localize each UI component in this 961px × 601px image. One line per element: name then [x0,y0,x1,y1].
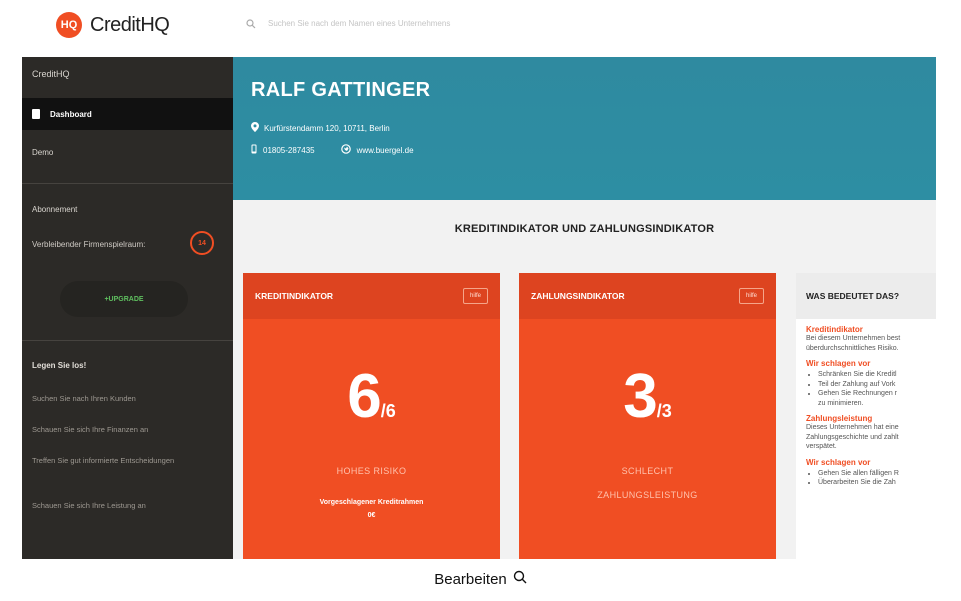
sidebar-link-finances[interactable]: Schauen Sie sich Ihre Finanzen an [32,423,217,436]
credit-score: 6/6 [243,361,500,432]
sidebar-item-dashboard[interactable]: Dashboard [22,98,233,130]
top-bar: HQ CreditHQ [0,0,961,55]
search-bar [246,18,846,29]
risk-label: HOHES RISIKO [243,459,500,483]
search-input[interactable] [266,18,770,29]
credit-text-line: überdurchschnittliches Risiko. [806,344,899,352]
phone-icon [251,144,257,156]
remaining-count-badge: 14 [190,231,214,255]
payment-line: ZAHLUNGSLEISTUNG [597,490,698,500]
suggestion-heading: Wir schlagen vor [806,457,871,467]
edit-label: Bearbeiten [434,570,507,588]
sidebar-link-customers[interactable]: Suchen Sie nach Ihren Kunden [32,392,217,405]
company-address: Kurfürstendamm 120, 10711, Berlin [251,122,390,134]
card-header: ZAHLUNGSINDIKATOR hilfe [519,273,776,319]
suggestion-list: Gehen Sie allen fälligen R Überarbeiten … [806,469,936,488]
search-icon [513,570,527,588]
payment-text-line: Dieses Unternehmen hat eine [806,424,899,431]
score-max: /3 [656,401,672,421]
search-icon[interactable] [246,18,256,29]
sidebar-divider [22,340,233,341]
risk-line: HOHES RISIKO [336,466,407,476]
list-item: Schränken Sie die Kreditl [818,370,936,380]
location-pin-icon [251,122,259,134]
payment-label: SCHLECHT ZAHLUNGSLEISTUNG [519,459,776,507]
sidebar-divider [22,183,233,184]
list-item: Gehen Sie allen fälligen R [818,469,936,479]
brand-name: CreditHQ [90,13,170,36]
website-link[interactable]: www.buergel.de [357,146,414,155]
card-title: ZAHLUNGSINDIKATOR [531,291,625,301]
credit-indicator-card: KREDITINDIKATOR hilfe 6/6 HOHES RISIKO V… [243,273,500,559]
help-button[interactable]: hilfe [462,288,488,304]
phone-number[interactable]: 01805-287435 [263,146,315,155]
remaining-label: Verbleibender Firmenspielraum: [32,240,146,249]
sidebar-link-decisions[interactable]: Treffen Sie gut informierte Entscheidung… [32,454,217,467]
upgrade-button[interactable]: +UPGRADE [60,281,188,317]
explanation-panel: WAS BEDEUTET DAS? Kreditindikator Bei di… [796,273,936,559]
sidebar-brand[interactable]: CreditHQ [32,69,70,79]
score-value: 3 [623,362,657,431]
section-title: KREDITINDIKATOR UND ZAHLUNGSINDIKATOR [454,223,715,235]
sidebar: CreditHQ Dashboard Demo Abonnement Verbl… [22,57,233,559]
credit-limit-label: Vorgeschlagener Kreditrahmen [319,499,424,506]
card-header: KREDITINDIKATOR hilfe [243,273,500,319]
payment-line: SCHLECHT [621,466,674,476]
payment-indicator-card: ZAHLUNGSINDIKATOR hilfe 3/3 SCHLECHT ZAH… [519,273,776,559]
sidebar-item-label: Dashboard [50,109,92,119]
sidebar-link-performance[interactable]: Schauen Sie sich Ihre Leistung an [32,499,217,512]
suggested-credit-limit: Vorgeschlagener Kreditrahmen 0€ [243,496,500,522]
main-content: KREDITINDIKATOR UND ZAHLUNGSINDIKATOR KR… [233,200,936,559]
payment-text-line: Zahlungsgeschichte und zahlt [806,433,899,441]
score-value: 6 [347,362,381,431]
company-header: RALF GATTINGER Kurfürstendamm 120, 10711… [233,57,936,200]
payment-heading: Zahlungsleistung [806,414,873,423]
company-contact: 01805-287435 www.buergel.de [251,144,414,156]
list-item: Gehen Sie Rechnungen rzu minimieren. [818,389,936,408]
suggestion-list: Schränken Sie die Kreditl Teil der Zahlu… [806,370,936,408]
sidebar-item-demo[interactable]: Demo [32,148,53,157]
get-started-heading: Legen Sie los! [32,361,87,370]
edit-caption[interactable]: Bearbeiten [0,570,961,588]
credit-limit-value: 0€ [367,512,376,519]
logo-mark: HQ [56,12,82,38]
brand-logo[interactable]: HQ CreditHQ [56,12,170,38]
list-item: Überarbeiten Sie die Zah [818,478,936,488]
credit-text-line: Bei diesem Unternehmen best [806,335,901,342]
document-icon [32,109,40,119]
subscription-heading: Abonnement [32,205,78,214]
panel-body: Kreditindikator Bei diesem Unternehmen b… [796,319,936,488]
list-item: Teil der Zahlung auf Vork [818,380,936,390]
card-title: KREDITINDIKATOR [255,291,334,301]
score-max: /6 [380,401,396,421]
company-name: RALF GATTINGER [251,79,431,101]
panel-title: WAS BEDEUTET DAS? [796,273,936,319]
payment-score: 3/3 [519,361,776,432]
help-button[interactable]: hilfe [738,288,764,304]
globe-icon [340,144,351,156]
payment-text-line: verspätet. [806,443,837,450]
suggestion-heading: Wir schlagen vor [806,359,871,368]
credit-heading: Kreditindikator [806,325,863,334]
address-text: Kurfürstendamm 120, 10711, Berlin [264,123,390,133]
